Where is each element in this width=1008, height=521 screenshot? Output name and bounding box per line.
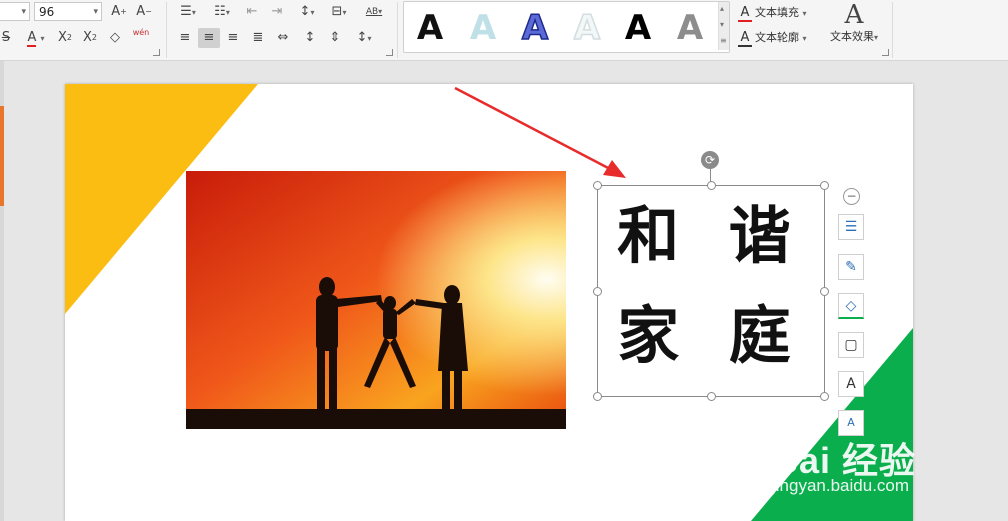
watermark-url: jingyan.baidu.com [772,476,910,495]
baidu-jingyan-watermark: Bai 经验 jingyan.baidu.com [772,432,1008,521]
collapse-toolbar-icon[interactable]: − [843,188,860,205]
shape-fill-icon[interactable]: ◇ [838,293,864,319]
shape-outline-icon[interactable]: ▢ [838,332,864,358]
layers-icon[interactable]: ☰ [838,214,864,240]
brush-icon[interactable]: ✎ [838,254,864,280]
text-fill-icon[interactable]: A [838,371,864,397]
